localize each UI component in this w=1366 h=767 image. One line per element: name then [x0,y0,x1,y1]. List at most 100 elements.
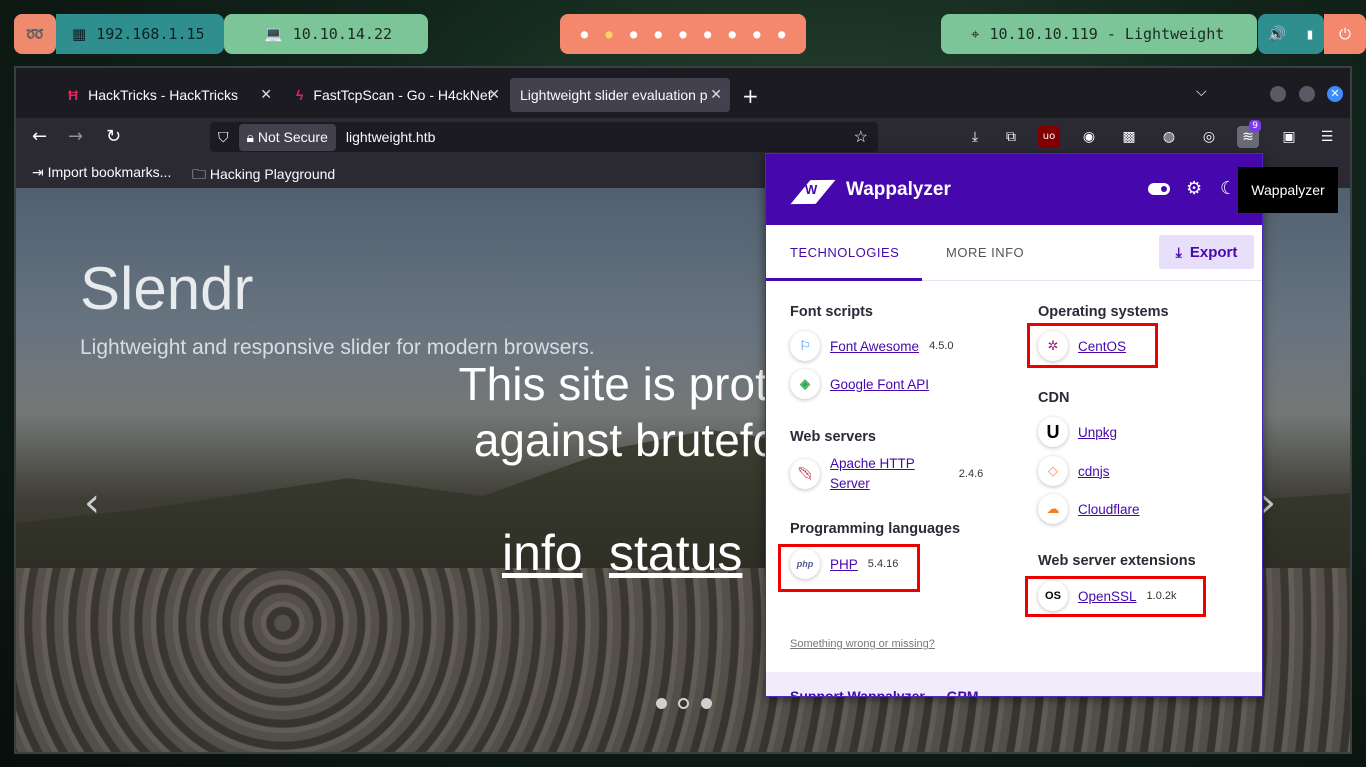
workspace-switcher[interactable]: ● ● ● ● ● ● ● ● ● [560,14,806,54]
wappalyzer-footer: Support Wappalyzer — GPM [766,672,1262,696]
tech-cloudflare[interactable]: ☁ Cloudflare [1038,494,1140,524]
qr-code-icon[interactable]: ▩ [1118,126,1140,148]
tab-technologies[interactable]: TECHNOLOGIES [790,245,899,260]
hackbar-icon[interactable]: ◎ [1198,126,1220,148]
gear-icon[interactable]: ⚙ [1186,178,1202,199]
power-button[interactable]: ⏻ [1324,14,1366,54]
bookmark-star-icon[interactable]: ☆ [854,127,868,147]
workspace-2[interactable]: ● [605,27,612,41]
tech-google-font-api[interactable]: ◈ Google Font API [790,369,929,399]
workspace-1[interactable]: ● [581,27,588,41]
tab-list-chevron-down-icon[interactable]: ⌵ [1196,84,1207,100]
reload-icon[interactable]: ↻ [106,126,121,147]
wappalyzer-extension-icon[interactable]: ≋ 9 [1237,120,1261,148]
kali-dragon-icon: ➿ [25,25,45,43]
battery-icon[interactable]: ▮ [1305,25,1314,43]
extensions-icon[interactable]: ⧉ [1000,126,1022,148]
export-button[interactable]: ⤓ Export [1159,235,1254,269]
forward-arrow-icon[interactable]: → [68,126,83,147]
hacktricks-favicon-icon: Ħ [68,87,79,103]
google-fonts-icon: ◈ [790,369,820,399]
folder-icon: 🗀 [192,166,210,182]
feedback-link[interactable]: Something wrong or missing? [790,638,935,650]
tech-apache[interactable]: 🪶︎ Apache HTTP Server 2.4.6 [790,454,983,494]
ublock-icon[interactable]: uo [1038,126,1060,148]
active-tab-underline [766,278,922,281]
import-icon: ⇥ [32,164,48,180]
toggle-switch-icon[interactable] [1148,183,1170,195]
workspace-5[interactable]: ● [679,27,686,41]
volume-icon[interactable]: 🔊 [1268,25,1287,43]
shield-icon[interactable]: ⛉ [218,129,229,146]
openssl-logo-icon: OS [1038,581,1068,611]
category-operating-systems: Operating systems [1038,304,1169,320]
download-icon[interactable]: ⤓ [964,126,986,148]
slider-dot-1[interactable] [656,698,667,709]
wappalyzer-popup: W Wappalyzer ⚙ ☾ TECHNOLOGIES MORE INFO … [765,153,1263,697]
url-bar[interactable]: ⛉ 🔒︎ Not Secure lightweight.htb ☆ [210,122,878,152]
category-font-scripts: Font scripts [790,304,873,320]
system-tray[interactable]: 🔊 ▮ [1258,14,1324,54]
glasses-extension-icon[interactable]: ◉ [1078,126,1100,148]
tab-hacktricks[interactable]: Ħ HackTricks - HackTricks ✕ [58,78,280,112]
category-programming-languages: Programming languages [790,521,961,537]
status-link[interactable]: status [609,524,742,582]
kali-menu-button[interactable]: ➿ [14,14,56,54]
tech-unpkg[interactable]: U Unpkg [1038,417,1117,447]
new-tab-button[interactable]: + [742,84,759,108]
hamburger-menu-icon[interactable]: ☰ [1316,126,1338,148]
minimize-button[interactable] [1270,86,1286,102]
wappalyzer-tooltip: Wappalyzer [1238,167,1338,213]
tech-cdnjs[interactable]: ◇ cdnjs [1038,456,1110,486]
maximize-button[interactable] [1299,86,1315,102]
workspace-8[interactable]: ● [753,27,760,41]
unpkg-logo-icon: U [1038,417,1068,447]
close-window-button[interactable]: ✕ [1327,86,1343,102]
tech-openssl[interactable]: OS OpenSSL 1.0.2k [1038,581,1177,611]
tab-lightweight-active[interactable]: Lightweight slider evaluation page✕ [510,78,730,112]
slider-prev-arrow-icon[interactable]: ‹ [84,480,100,526]
workspace-6[interactable]: ● [704,27,711,41]
crosshair-icon: ⌖ [971,25,980,43]
slider-dot-2-active[interactable] [678,698,689,709]
laptop-icon: 💻 [264,25,283,43]
h4cknet-favicon-icon: ϟ [296,87,304,103]
info-link[interactable]: info [502,524,583,582]
workspace-3[interactable]: ● [630,27,637,41]
tab-more-info[interactable]: MORE INFO [946,245,1024,260]
close-tab-icon[interactable]: ✕ [260,86,272,103]
workspace-9[interactable]: ● [778,27,785,41]
download-icon: ⤓ [1175,243,1182,260]
close-tab-icon[interactable]: ✕ [710,86,722,103]
tech-centos[interactable]: ✲ CentOS [1038,331,1126,361]
cloudflare-cloud-icon: ☁ [1038,494,1068,524]
slider-dot-3[interactable] [701,698,712,709]
wappalyzer-tabs: TECHNOLOGIES MORE INFO ⤓ Export [766,225,1262,281]
close-tab-icon[interactable]: ✕ [488,86,500,103]
wappalyzer-logo-icon: W [790,173,836,207]
back-arrow-icon[interactable]: ← [32,126,47,147]
container-icon[interactable]: ▣ [1278,126,1300,148]
workspace-7[interactable]: ● [729,27,736,41]
wappalyzer-header: W Wappalyzer ⚙ ☾ [766,154,1262,225]
apache-feather-icon: 🪶︎ [790,459,820,489]
network-icon: ▦ [72,25,87,43]
cdnjs-logo-icon: ◇ [1038,456,1068,486]
moon-icon[interactable]: ☾ [1220,178,1236,199]
url-text[interactable]: lightweight.htb [346,129,436,145]
font-awesome-flag-icon: ⚐ [790,331,820,361]
cookie-icon[interactable]: ◍ [1158,126,1180,148]
vpn-ip-widget: 💻 10.10.14.22 [224,14,428,54]
tech-font-awesome[interactable]: ⚐ Font Awesome 4.5.0 [790,331,954,361]
nav-toolbar: ← → ↻ ⛉ 🔒︎ Not Secure lightweight.htb ☆ … [16,118,1350,156]
power-icon: ⏻ [1339,25,1351,43]
bookmark-import[interactable]: ⇥ Import bookmarks... [32,164,171,181]
target-widget: ⌖ 10.10.10.119 - Lightweight [941,14,1257,54]
slider-title: Slendr [80,255,254,322]
tech-php[interactable]: php PHP 5.4.16 [790,549,898,579]
tab-fasttcpscan[interactable]: ϟ FastTcpScan - Go - H4ckNet ✕ [286,78,508,112]
lock-icon: 🔒︎ [246,128,258,145]
workspace-4[interactable]: ● [655,27,662,41]
bookmark-hacking-playground[interactable]: 🗀 Hacking Playground [192,164,335,188]
not-secure-badge[interactable]: 🔒︎ Not Secure [238,123,336,151]
